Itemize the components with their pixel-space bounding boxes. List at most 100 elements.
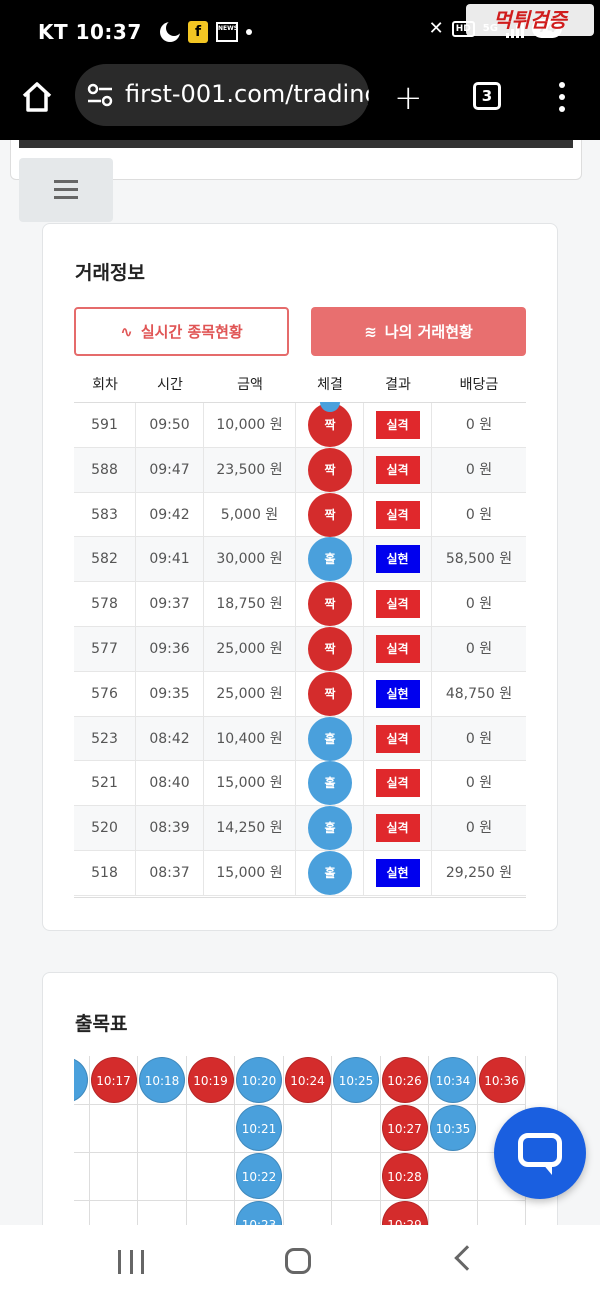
mute-icon: ✕ — [428, 18, 444, 39]
chart-ball: 10:25 — [333, 1057, 379, 1103]
result-cell: 실현 — [364, 671, 432, 716]
chart-ball: 10:28 — [381, 1153, 428, 1199]
payout-cell: 48,750 원 — [445, 685, 513, 702]
chart-ball: 10:18 — [139, 1057, 185, 1103]
result-cell: 실격 — [364, 403, 432, 447]
col-round: 회차 — [92, 377, 118, 393]
result-cell: 실격 — [364, 447, 432, 492]
payout-cell: 0 원 — [465, 820, 493, 837]
new-tab-icon[interactable]: + — [394, 78, 423, 118]
amount-cell: 18,750 원 — [204, 582, 296, 626]
back-icon[interactable] — [454, 1245, 480, 1271]
pulse-icon: ∿ — [120, 322, 133, 341]
amount-cell: 14,250 원 — [204, 806, 296, 850]
table-row: 577 09:36 25,000 원 짝 실격 0 원 — [74, 626, 526, 672]
hamburger-menu-button[interactable] — [19, 158, 113, 222]
round-cell: 578 — [74, 582, 136, 626]
list-icon: ≋ — [364, 322, 377, 341]
result-cell: 실격 — [364, 492, 432, 537]
table-row: 578 09:37 18,750 원 짝 실격 0 원 — [74, 582, 526, 627]
url-bar[interactable]: first-001.com/trading — [75, 64, 369, 126]
amount-cell: 30,000 원 — [204, 537, 296, 582]
carrier-time: KT 10:37 — [38, 20, 142, 44]
realtime-status-button[interactable]: ∿ 실시간 종목현황 — [74, 307, 289, 356]
url-text[interactable]: first-001.com/trading — [125, 80, 369, 108]
notification-dot-icon — [246, 29, 252, 35]
menu-icon — [54, 180, 78, 183]
pick-cell: 홀 — [296, 716, 364, 761]
result-badge: 실격 — [375, 814, 420, 843]
time-cell: 09:42 — [136, 492, 204, 537]
result-chart-grid[interactable]: 610:1710:1810:1910:2010:2110:2210:2310:2… — [74, 1056, 526, 1226]
time-cell: 09:50 — [136, 403, 204, 447]
round-cell: 523 — [74, 716, 136, 761]
result-badge: 실현 — [375, 545, 420, 574]
time-cell: 09:37 — [136, 582, 204, 626]
amount-cell: 25,000 원 — [204, 626, 296, 671]
home-icon[interactable] — [20, 80, 54, 114]
site-settings-icon[interactable] — [87, 83, 113, 107]
result-badge: 실격 — [375, 769, 420, 798]
amount-cell: 5,000 원 — [204, 492, 296, 537]
trade-table-body[interactable]: 591 09:50 10,000 원 짝 실격 0 원 588 09:47 23,500 원짝실… — [74, 402, 526, 898]
round-cell: 577 — [74, 626, 136, 671]
result-cell: 실격 — [364, 626, 432, 671]
tab-switcher-button[interactable]: 3 — [473, 82, 501, 110]
pick-cell: 홀 — [296, 537, 364, 582]
table-row: 520 08:39 14,250 원 홀 실격 0 원 — [74, 806, 526, 851]
result-badge: 실현 — [375, 858, 420, 887]
chart-ball: 10:36 — [478, 1057, 525, 1103]
payout-cell: 0 원 — [465, 506, 493, 523]
amount-cell: 23,500 원 — [204, 447, 296, 492]
round-cell: 520 — [74, 806, 136, 850]
time-cell: 08:39 — [136, 806, 204, 850]
amount-cell: 15,000 원 — [204, 761, 296, 806]
col-amount: 금액 — [237, 377, 263, 393]
time-cell: 09:35 — [136, 671, 204, 716]
result-badge: 실격 — [375, 634, 420, 663]
f-app-icon: f — [188, 21, 208, 43]
trade-table-header: 회차 시간 금액 체결 결과 배당금 — [74, 372, 526, 402]
amount-cell: 10,400 원 — [204, 716, 296, 761]
round-cell: 576 — [74, 671, 136, 716]
status-bar: KT 10:37 f NEWS ✕ HD 5G 74 먹튀검증 — [0, 0, 600, 64]
result-cell: 실현 — [364, 537, 432, 582]
round-cell: 588 — [74, 447, 136, 492]
pick-ball: 홀 — [308, 716, 352, 761]
time-cell: 08:40 — [136, 761, 204, 806]
table-row: 576 09:35 25,000 원 짝 실현 48,750 원 — [74, 671, 526, 717]
table-row: 583 09:42 5,000 원 짝 실격 0 원 — [74, 492, 526, 538]
table-row: 518 08:37 15,000 원 홀 실현 29,250 원 — [74, 850, 526, 896]
chart-ball: 10:35 — [430, 1105, 476, 1151]
my-trades-button[interactable]: ≋ 나의 거래현황 — [311, 307, 526, 356]
recent-apps-icon[interactable] — [118, 1250, 144, 1274]
amount-cell: 10,000 원 — [204, 403, 296, 447]
table-row: 582 09:41 30,000 원 홀 실현 58,500 원 — [74, 537, 526, 583]
pick-cell: 짝 — [296, 671, 364, 716]
chart-ball: 10:22 — [236, 1153, 282, 1199]
table-row: 521 08:40 15,000 원 홀 실격 0 원 — [74, 761, 526, 807]
payout-cell: 29,250 원 — [445, 864, 513, 881]
result-badge: 실격 — [375, 500, 420, 529]
pick-cell: 짝 — [296, 447, 364, 492]
payout-cell: 0 원 — [465, 596, 493, 613]
pick-ball: 짝 — [308, 492, 352, 537]
browser-toolbar: first-001.com/trading + 3 — [0, 64, 600, 140]
pick-ball: 짝 — [308, 626, 352, 671]
round-cell: 518 — [74, 850, 136, 895]
result-badge: 실격 — [375, 724, 420, 753]
pick-ball: 홀 — [308, 806, 352, 851]
time-cell: 09:47 — [136, 447, 204, 492]
chat-button[interactable] — [494, 1107, 586, 1199]
round-cell: 582 — [74, 537, 136, 582]
payout-cell: 0 원 — [465, 730, 493, 747]
nav-home-icon[interactable] — [285, 1248, 311, 1274]
pick-cell: 홀 — [296, 850, 364, 895]
pick-cell: 짝 — [296, 626, 364, 671]
chat-bubble-icon — [518, 1133, 562, 1167]
result-badge: 실현 — [375, 679, 420, 708]
payout-cell: 58,500 원 — [445, 551, 513, 568]
result-cell: 실격 — [364, 761, 432, 806]
more-options-icon[interactable] — [558, 82, 566, 112]
result-badge: 실격 — [375, 455, 420, 484]
